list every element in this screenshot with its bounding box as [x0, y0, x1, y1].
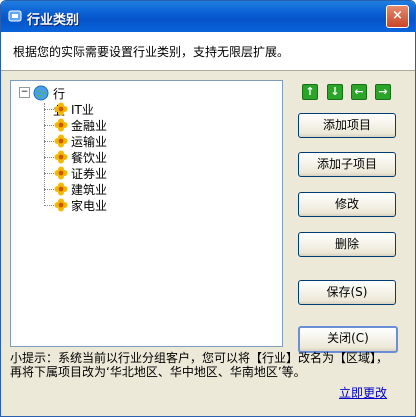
- header-description: 根据您的实际需要设置行业类别，支持无限层扩展。: [13, 45, 290, 59]
- dialog-window: 行业类别 × 根据您的实际需要设置行业类别，支持无限层扩展。 − 行业 IT业: [0, 0, 416, 417]
- tip-line-2: 再将下属项目改为‘华北地区、华中地区、华南地区’等。: [10, 365, 306, 379]
- flower-icon: [54, 102, 68, 116]
- move-down-icon[interactable]: ↓: [327, 84, 343, 100]
- header-panel: 根据您的实际需要设置行业类别，支持无限层扩展。: [1, 32, 415, 71]
- move-left-icon[interactable]: ←: [351, 84, 367, 100]
- edit-button[interactable]: 修改: [298, 192, 396, 217]
- tree-item-label: 运输业: [71, 135, 108, 149]
- tree-item-label: IT业: [71, 103, 94, 117]
- window-title: 行业类别: [27, 13, 80, 28]
- tree-branch: [44, 141, 54, 142]
- tree-item-label: 证券业: [71, 167, 108, 181]
- tree-branch: [44, 205, 54, 206]
- tree-item-label: 餐饮业: [71, 151, 108, 165]
- delete-button[interactable]: 删除: [298, 232, 396, 257]
- app-icon: [8, 10, 22, 22]
- add-item-button[interactable]: 添加项目: [298, 113, 396, 138]
- tree-branch: [44, 109, 54, 110]
- window-close-button[interactable]: ×: [386, 5, 409, 28]
- tree-item-label: 建筑业: [71, 183, 108, 197]
- tree-item-label: 家电业: [71, 199, 108, 213]
- tree-branch: [44, 157, 54, 158]
- add-child-item-button[interactable]: 添加子项目: [298, 152, 396, 177]
- tree-connector: [44, 103, 45, 203]
- flower-icon: [54, 182, 68, 196]
- tree-branch: [44, 189, 54, 190]
- tree-item-label: 金融业: [71, 119, 108, 133]
- collapse-icon[interactable]: −: [19, 87, 30, 98]
- title-bar[interactable]: 行业类别 ×: [1, 1, 415, 32]
- close-button[interactable]: 关闭(C): [298, 326, 398, 353]
- flower-icon: [54, 134, 68, 148]
- flower-icon: [54, 118, 68, 132]
- flower-icon: [54, 150, 68, 164]
- tip-line-1: 小提示：系统当前以行业分组客户，您可以将【行业】改名为【区域】，: [10, 351, 389, 365]
- flower-icon: [54, 166, 68, 180]
- tree-branch: [44, 173, 54, 174]
- globe-icon: [33, 85, 49, 101]
- category-tree[interactable]: − 行业 IT业 金融业: [10, 80, 283, 347]
- save-button[interactable]: 保存(S): [298, 280, 396, 305]
- flower-icon: [54, 198, 68, 212]
- tree-branch: [44, 125, 54, 126]
- move-up-icon[interactable]: ↑: [302, 84, 318, 100]
- change-now-link[interactable]: 立即更改: [339, 384, 387, 401]
- tip-text: 小提示：系统当前以行业分组客户，您可以将【行业】改名为【区域】， 再将下属项目改…: [10, 351, 410, 379]
- move-right-icon[interactable]: →: [375, 84, 391, 100]
